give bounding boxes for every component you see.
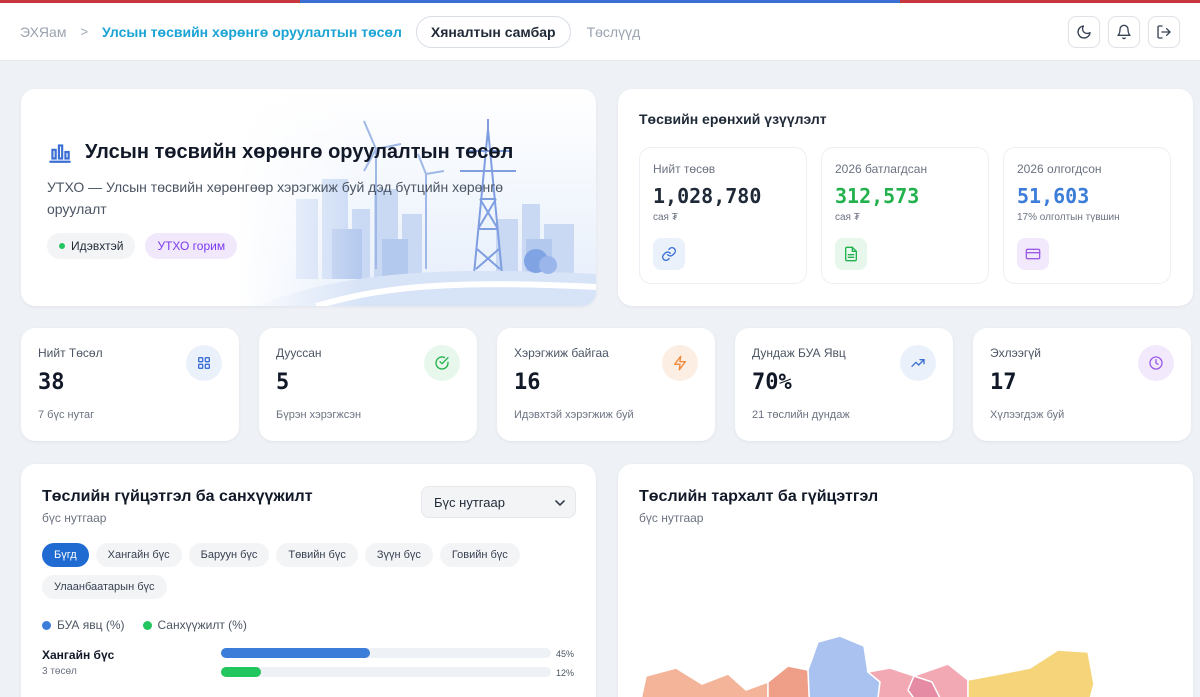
budget-card-disbursed: 2026 олгогдсон 51,603 17% олголтын түвши… (1003, 147, 1171, 284)
budget-card-value: 1,028,780 (653, 184, 762, 208)
region-row-count: 3 төсөл (42, 666, 77, 677)
budget-card-approved: 2026 батлагдсан 312,573 сая ₮ (821, 147, 989, 284)
nav-projects[interactable]: Төслүүд (587, 24, 641, 40)
stat-icon-wrap (662, 345, 698, 381)
stat-icon-wrap (186, 345, 222, 381)
funding-bar-track (221, 667, 551, 677)
legend-dot-icon (42, 620, 51, 630)
logout-button[interactable] (1148, 15, 1180, 48)
breadcrumb-home[interactable]: ЭХЯам (20, 24, 66, 40)
map-region-west[interactable] (638, 667, 769, 697)
progress-bar-percent: 45% (555, 649, 574, 659)
budget-card-total: Нийт төсөв 1,028,780 сая ₮ (639, 147, 807, 284)
progress-bar-fill (221, 648, 370, 658)
mode-badge: УТХО горим (145, 233, 238, 259)
chip-western[interactable]: Баруун бүс (188, 543, 270, 567)
map-region-central[interactable] (807, 635, 881, 697)
legend-dot-icon (142, 620, 152, 630)
stat-icon-wrap (1138, 345, 1174, 381)
stat-card-not-started: Эхлээгүй 17 Хүлээгдэж буй (973, 328, 1191, 441)
budget-card-label: Нийт төсөв (653, 162, 716, 176)
lightning-icon (674, 355, 686, 371)
legend-label: Санхүүжилт (%) (157, 618, 247, 632)
theme-toggle-button[interactable] (1068, 15, 1100, 48)
hero-title: Улсын төсвийн хөрөнгө оруулалтын төсөл (85, 140, 514, 163)
link-icon (662, 247, 676, 261)
map-region-khangai[interactable] (767, 665, 810, 697)
stat-subtext: Бүрэн хэрэгжсэн (276, 409, 362, 421)
stat-icon-wrap (424, 345, 460, 381)
status-dot-icon (59, 243, 65, 249)
budget-card-icon-wrap (835, 238, 867, 270)
budget-card-unit: сая ₮ (653, 212, 678, 223)
map-title: Төслийн тархалт ба гүйцэтгэл (639, 488, 879, 505)
trend-up-icon (911, 359, 925, 367)
check-circle-icon (435, 356, 449, 370)
logout-icon (1157, 24, 1171, 39)
budget-overview-card: Төсвийн ерөнхий үзүүлэлт Нийт төсөв 1,02… (618, 89, 1193, 306)
grid-icon (198, 357, 210, 369)
budget-card-icon-wrap (653, 238, 685, 270)
legend-label: БУА явц (%) (57, 618, 125, 632)
status-badge: Идэвхтэй (47, 233, 136, 259)
clock-icon (1149, 356, 1163, 370)
status-badge-label: Идэвхтэй (71, 239, 124, 253)
performance-funding-card: Төслийн гүйцэтгэл ба санхүүжилт бүс нутг… (21, 464, 596, 697)
stat-subtext: 7 бүс нутаг (38, 409, 95, 421)
chart-legend: БУА явц (%) Санхүүжилт (%) (42, 618, 247, 632)
document-icon (845, 246, 857, 262)
bar-chart-icon (49, 144, 71, 163)
budget-card-unit: сая ₮ (835, 212, 860, 223)
budget-card-label: 2026 батлагдсан (835, 162, 928, 176)
stat-subtext: Хүлээгдэж буй (990, 409, 1065, 421)
chip-central[interactable]: Төвийн бүс (276, 543, 358, 567)
budget-card-label: 2026 олгогдсон (1017, 162, 1102, 176)
distribution-map-card: Төслийн тархалт ба гүйцэтгэл бүс нутгаар (618, 464, 1193, 697)
card-icon (1025, 248, 1041, 260)
group-by-select-value: Бүс нутгаар (434, 495, 505, 510)
budget-title: Төсвийн ерөнхий үзүүлэлт (639, 111, 827, 127)
funding-bar-fill (221, 667, 261, 677)
stat-subtext: 21 төслийн дундаж (752, 409, 850, 421)
bell-icon (1117, 24, 1131, 39)
notifications-button[interactable] (1108, 15, 1140, 48)
region-filter-chips: Бүгд Хангайн бүс Баруун бүс Төвийн бүс З… (42, 543, 582, 599)
stat-icon-wrap (900, 345, 936, 381)
budget-card-value: 312,573 (835, 184, 920, 208)
legend-item-progress: БУА явц (%) (42, 618, 125, 632)
group-by-select[interactable]: Бүс нутгаар (421, 486, 576, 518)
stat-card-in-progress: Хэрэгжиж байгаа 16 Идэвхтэй хэрэгжиж буй (497, 328, 715, 441)
chip-all[interactable]: Бүгд (42, 543, 89, 567)
chip-gobi[interactable]: Говийн бүс (439, 543, 520, 567)
chevron-down-icon (555, 500, 565, 507)
hero-card: Улсын төсвийн хөрөнгө оруулалтын төсөл У… (21, 89, 596, 306)
performance-subtitle: бүс нутгаар (42, 511, 107, 525)
progress-bar-track (221, 648, 551, 658)
stat-card-average-progress: Дундаж БУА Явц 70% 21 төслийн дундаж (735, 328, 953, 441)
top-actions (1068, 15, 1180, 48)
map-region-east[interactable] (967, 649, 1095, 697)
moon-icon (1077, 24, 1091, 39)
chip-khangai[interactable]: Хангайн бүс (95, 543, 182, 567)
funding-bar-percent: 12% (555, 668, 574, 678)
budget-card-icon-wrap (1017, 238, 1049, 270)
chip-ulaanbaatar[interactable]: Улаанбаатарын бүс (42, 575, 167, 599)
budget-card-unit: 17% олголтын түвшин (1017, 212, 1120, 223)
top-bar: ЭХЯам > Улсын төсвийн хөрөнгө оруулалтын… (0, 3, 1200, 61)
stat-card-total-projects: Нийт Төсөл 38 7 бүс нутаг (21, 328, 239, 441)
stat-subtext: Идэвхтэй хэрэгжиж буй (514, 409, 634, 421)
region-row-name: Хангайн бүс (42, 648, 115, 662)
chip-eastern[interactable]: Зүүн бүс (364, 543, 433, 567)
legend-item-funding: Санхүүжилт (%) (142, 618, 247, 632)
breadcrumb-current[interactable]: Улсын төсвийн хөрөнгө оруулалтын төсөл (102, 24, 402, 40)
budget-card-value: 51,603 (1017, 184, 1090, 208)
hero-subtitle: УТХО — Улсын төсвийн хөрөнгөөр хэрэгжиж … (47, 179, 504, 217)
performance-title: Төслийн гүйцэтгэл ба санхүүжилт (42, 488, 313, 505)
chevron-right-icon: > (80, 24, 89, 39)
stat-card-completed: Дууссан 5 Бүрэн хэрэгжсэн (259, 328, 477, 441)
region-map[interactable] (618, 624, 1193, 697)
nav-dashboard[interactable]: Хяналтын самбар (415, 15, 571, 48)
map-subtitle: бүс нутгаар (639, 511, 704, 525)
